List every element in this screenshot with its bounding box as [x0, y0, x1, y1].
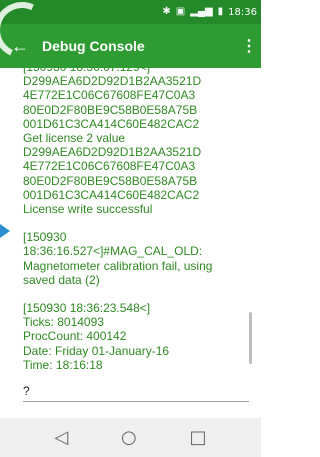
system-nav-bar: ◁ ○ □ [0, 418, 261, 457]
debug-log[interactable]: [150930 18:36:07.129<] D299AEA6D2D92D1B2… [0, 68, 261, 382]
log-entry: [150930 18:36:07.129<] D299AEA6D2D92D1B2… [23, 68, 202, 217]
command-input-row [0, 382, 261, 418]
back-arrow-icon[interactable]: ← [0, 24, 40, 68]
nav-home-icon[interactable]: ○ [121, 427, 137, 448]
page-title: Debug Console [42, 38, 145, 54]
status-time: 18:36 [228, 6, 257, 18]
status-bar: ✱ ▣ ▂▄▆ ▮ 18:36 [0, 0, 261, 24]
app-bar: ← Debug Console ⋮ [0, 24, 261, 68]
command-input[interactable] [23, 384, 249, 398]
log-entry: [150930 18:36:16.527<]#MAG_CAL_OLD: Magn… [23, 230, 213, 287]
signal-icon: ▂▄▆ [190, 6, 213, 17]
edge-panel-handle[interactable] [0, 224, 10, 238]
input-underline [23, 401, 249, 402]
overflow-menu-icon[interactable]: ⋮ [237, 36, 261, 56]
nav-back-icon[interactable]: ◁ [54, 427, 68, 448]
bluetooth-icon: ✱ [162, 6, 171, 17]
log-entry: [150930 18:36:23.548<] Ticks: 8014093 Pr… [23, 301, 170, 372]
battery-icon: ▮ [217, 6, 224, 17]
cast-icon: ▣ [175, 6, 186, 17]
log-scrollbar[interactable] [249, 312, 252, 364]
nav-recents-icon[interactable]: □ [190, 427, 207, 448]
